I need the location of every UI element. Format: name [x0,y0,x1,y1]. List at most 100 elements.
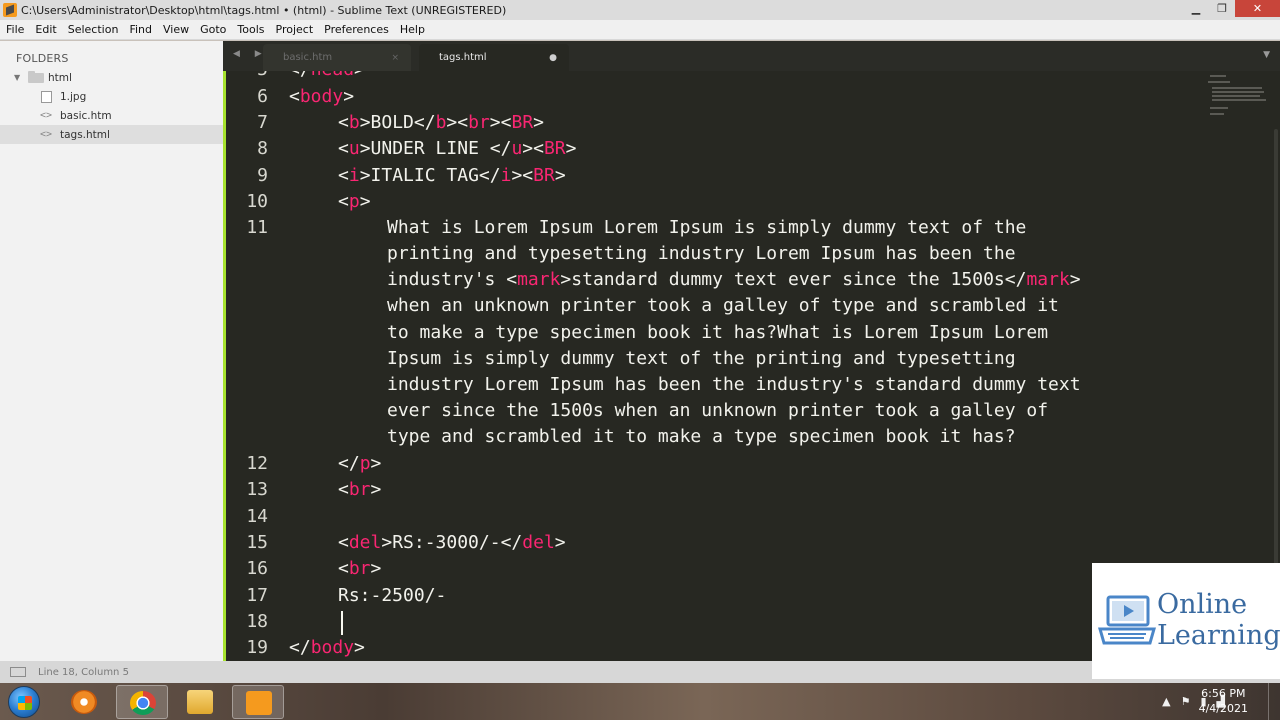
text-cursor [341,611,343,635]
tab-label: basic.htm [283,52,333,63]
file-label: basic.htm [60,109,112,122]
line-number: 13 [246,479,268,500]
code-line-7: <b>BOLD</b><br><BR> [338,112,545,133]
windows-taskbar: ▲ ⚑ ▮ ▟ 6:56 PM 4/4/2021 [0,683,1280,720]
line-number: 18 [246,611,268,632]
clock-date: 4/4/2021 [1198,702,1248,715]
line-gutter: 5 6 7 8 9 10 11 12 13 14 15 16 17 18 19 [226,71,276,661]
code-line-11-part1: What is Lorem Ipsum Lorem Ipsum is simpl… [387,217,1027,238]
media-player-icon [71,690,97,714]
line-number: 15 [246,532,268,553]
cursor-position: Line 18, Column 5 [38,666,129,678]
code-line-6: <body> [289,86,355,107]
online-learning-logo: Online Learning [1092,563,1280,679]
close-icon[interactable]: × [391,53,399,63]
line-number: 11 [246,217,268,238]
code-line-11-part2: printing and typesetting industry Lorem … [387,243,1016,264]
menu-bar: File Edit Selection Find View Goto Tools… [0,20,1280,40]
code-line-15: <del>RS:-3000/-</del> [338,532,566,553]
line-number: 12 [246,453,268,474]
sublime-text-icon [246,691,272,715]
file-item-basic-htm[interactable]: <> basic.htm [0,106,223,125]
status-bar: Line 18, Column 5 [0,661,1280,683]
code-line-16: <br> [338,558,382,579]
logo-line-2: Learning [1157,620,1280,651]
code-line-10: <p> [338,191,371,212]
line-number: 10 [246,191,268,212]
file-label: 1.jpg [60,90,87,103]
chrome-icon [130,691,156,715]
start-button[interactable] [8,686,40,718]
code-line-11-part9: type and scrambled it to make a type spe… [387,426,1016,447]
code-line-19: </body> [289,637,365,658]
sidebar: FOLDERS ▼ html 1.jpg <> basic.htm <> tag… [0,41,223,661]
code-line-11-part7: industry Lorem Ipsum has been the indust… [387,374,1081,395]
code-line-17: Rs:-2500/- [338,585,447,606]
taskbar-media-player[interactable] [58,685,110,719]
menu-project[interactable]: Project [270,23,319,36]
code-line-12: </p> [338,453,382,474]
tab-basic-htm[interactable]: basic.htm × [263,44,411,71]
line-number: 19 [246,637,268,658]
line-number: 7 [257,112,268,133]
menu-file[interactable]: File [0,23,29,36]
folder-label: html [48,71,72,84]
logo-line-1: Online [1157,589,1248,620]
tab-dropdown-icon[interactable]: ▼ [1263,50,1270,60]
code-file-icon: <> [40,129,53,140]
window-title: C:\Users\Administrator\Desktop\html\tags… [21,3,507,17]
code-line-11-part8: ever since the 1500s when an unknown pri… [387,400,1049,421]
file-item-tags-html[interactable]: <> tags.html [0,125,223,144]
laptop-icon [1098,595,1156,645]
taskbar-file-explorer[interactable] [174,685,226,719]
flag-icon[interactable]: ⚑ [1181,695,1191,708]
minimap[interactable] [1206,71,1266,126]
line-number: 5 [228,71,268,80]
taskbar-sublime-text[interactable] [232,685,284,719]
folder-html[interactable]: ▼ html [0,68,223,87]
panel-toggle-icon[interactable] [10,667,26,677]
menu-goto[interactable]: Goto [194,23,231,36]
maximize-button[interactable]: ❐ [1209,0,1235,17]
menu-help[interactable]: Help [394,23,430,36]
minimize-button[interactable]: ▁ [1183,0,1209,17]
menu-find[interactable]: Find [123,23,157,36]
code-line-8: <u>UNDER LINE </u><BR> [338,138,577,159]
line-number: 14 [246,506,268,527]
sublime-text-icon [3,3,17,17]
file-item-1-jpg[interactable]: 1.jpg [0,87,223,106]
taskbar-chrome[interactable] [116,685,168,719]
chevron-up-icon[interactable]: ▲ [1162,695,1170,708]
folder-icon [187,690,213,714]
system-clock[interactable]: 6:56 PM 4/4/2021 [1199,686,1248,716]
folders-header: FOLDERS [16,52,69,65]
image-file-icon [41,90,52,103]
tab-label: tags.html [439,52,487,63]
code-line-5: </head> [289,71,365,80]
code-line-11-part5: to make a type specimen book it has?What… [387,322,1049,343]
title-bar: C:\Users\Administrator\Desktop\html\tags… [0,0,1280,20]
unsaved-dot-icon[interactable]: ● [549,53,557,63]
menu-tools[interactable]: Tools [231,23,269,36]
window-controls: ▁ ❐ ✕ [1183,0,1280,20]
line-number: 8 [257,138,268,159]
code-line-13: <br> [338,479,382,500]
file-label: tags.html [60,128,110,141]
code-line-11-part6: Ipsum is simply dummy text of the printi… [387,348,1016,369]
tab-bar: ◀ ▶ basic.htm × tags.html ● ▼ [223,41,1280,71]
code-line-11-part3: industry's <mark>standard dummy text eve… [387,269,1081,290]
menu-selection[interactable]: Selection [62,23,124,36]
line-number: 6 [257,86,268,107]
menu-edit[interactable]: Edit [29,23,61,36]
clock-time: 6:56 PM [1201,687,1246,700]
tab-tags-html[interactable]: tags.html ● [419,44,569,71]
chevron-down-icon[interactable]: ▼ [14,73,20,82]
close-button[interactable]: ✕ [1235,0,1280,17]
code-line-11-part4: when an unknown printer took a galley of… [387,295,1059,316]
menu-view[interactable]: View [157,23,194,36]
line-number: 9 [257,165,268,186]
menu-preferences[interactable]: Preferences [318,23,394,36]
folder-icon [28,70,44,83]
line-number: 17 [246,585,268,606]
show-desktop-button[interactable] [1268,683,1280,720]
